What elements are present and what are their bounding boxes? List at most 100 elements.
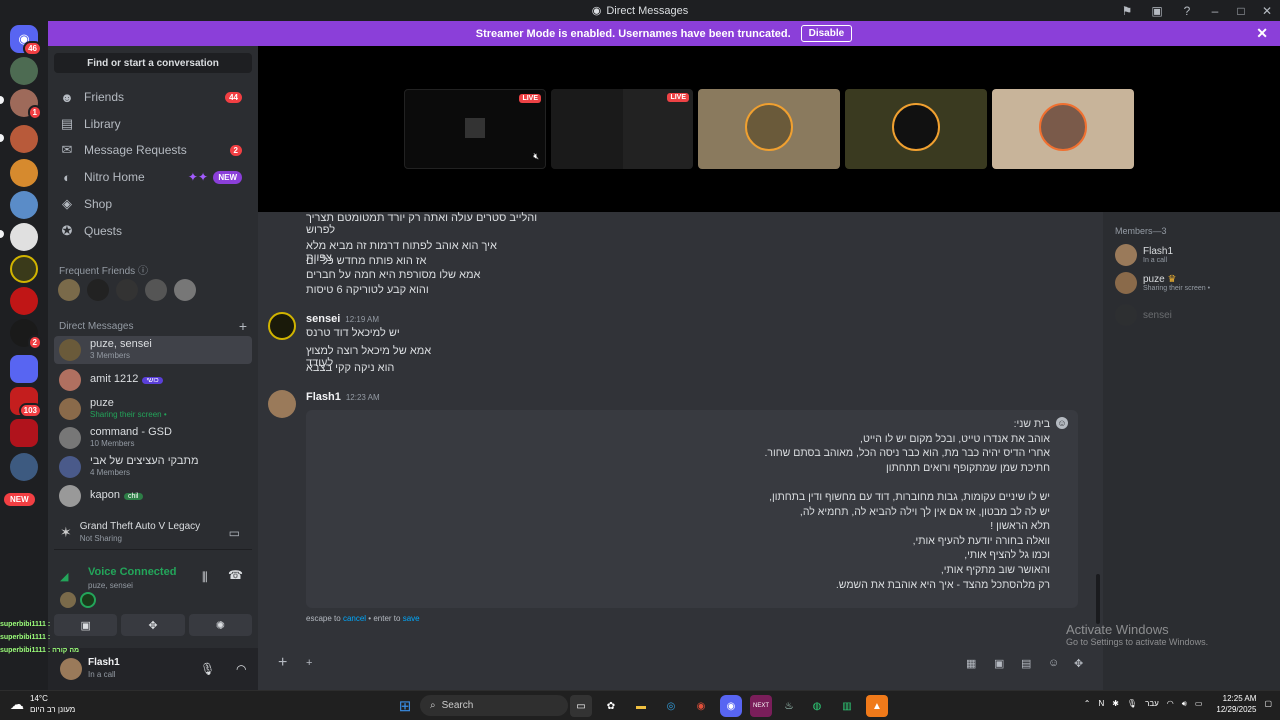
server-icon[interactable]: 2 bbox=[10, 319, 42, 350]
avatar[interactable] bbox=[87, 279, 109, 301]
dm-item[interactable]: command - GSD 10 Members bbox=[54, 424, 252, 452]
disconnect-icon[interactable]: ☎ bbox=[228, 568, 243, 582]
scrollbar[interactable] bbox=[1096, 574, 1100, 624]
nav-quests[interactable]: ✪ Quests bbox=[54, 219, 252, 243]
microphone-icon[interactable]: 🎙︎ bbox=[200, 662, 215, 676]
battery-icon[interactable]: ▭ bbox=[1195, 698, 1203, 710]
activity-button[interactable]: ✥ bbox=[121, 614, 185, 636]
save-link[interactable]: save bbox=[403, 614, 420, 623]
wifi-icon[interactable]: ◠ bbox=[1167, 698, 1174, 710]
emoji-icon[interactable]: ☺ bbox=[1056, 417, 1068, 429]
discord-taskbar-icon[interactable]: ◉ bbox=[720, 695, 742, 717]
server-icon[interactable] bbox=[10, 419, 38, 447]
home-button[interactable]: ◉ 46 bbox=[10, 25, 42, 56]
avatar[interactable] bbox=[268, 312, 296, 340]
avatar[interactable] bbox=[60, 592, 76, 608]
soundboard-button[interactable]: ✺ bbox=[188, 614, 252, 636]
soundboard-icon[interactable]: ⫼ bbox=[202, 570, 208, 585]
cancel-link[interactable]: cancel bbox=[343, 614, 366, 623]
message-edit-box[interactable]: ☺ בית שני: אוהב את אנדרו טייט, ובכל מקום… bbox=[306, 410, 1078, 608]
notification-icon[interactable]: ▢ bbox=[1264, 698, 1272, 710]
gift-icon[interactable]: ▦ bbox=[966, 657, 976, 670]
nav-message-requests[interactable]: ✉ Message Requests 2 bbox=[54, 138, 252, 162]
participant-tile[interactable] bbox=[698, 89, 840, 169]
message-composer[interactable]: + + ▦ ▣ ▤ ☺ ✥ bbox=[266, 648, 1096, 678]
dm-item[interactable]: amit 1212 כושי bbox=[54, 366, 252, 394]
member-item[interactable]: sensei bbox=[1115, 304, 1172, 326]
edit-text[interactable]: בית שני: אוהב את אנדרו טייט, ובכל מקום י… bbox=[764, 418, 1050, 593]
member-item[interactable]: puze ♛ Sharing their screen • bbox=[1115, 272, 1210, 294]
edge-icon[interactable]: ◎ bbox=[660, 695, 682, 717]
help-icon[interactable]: ? bbox=[1172, 0, 1202, 21]
task-view-icon[interactable]: ▭ bbox=[570, 695, 592, 717]
avatar[interactable] bbox=[116, 279, 138, 301]
nav-shop[interactable]: ◈ Shop bbox=[54, 192, 252, 216]
app-icon[interactable]: ▲ bbox=[866, 695, 888, 717]
participant-tile[interactable] bbox=[992, 89, 1134, 169]
avatar[interactable] bbox=[268, 390, 296, 418]
chrome-icon[interactable]: ◉ bbox=[690, 695, 712, 717]
participant-tile[interactable] bbox=[845, 89, 987, 169]
clock-date[interactable]: 12/29/2025 bbox=[1216, 704, 1256, 715]
start-button[interactable]: ⊞ bbox=[394, 695, 416, 717]
stream-tile[interactable]: LIVE 🔇︎ bbox=[404, 89, 546, 169]
avatar[interactable] bbox=[80, 592, 96, 608]
avatar[interactable] bbox=[60, 658, 82, 680]
server-icon[interactable]: 103 bbox=[10, 387, 42, 418]
server-icon[interactable] bbox=[10, 159, 38, 187]
server-icon[interactable]: 1 bbox=[10, 89, 42, 120]
app-icon[interactable]: ▥ bbox=[836, 695, 858, 717]
mic-tray-icon[interactable]: 🎙︎ bbox=[1127, 698, 1137, 710]
dm-item[interactable]: puze, sensei 3 Members bbox=[54, 336, 252, 364]
headphones-icon[interactable]: ◠ bbox=[236, 662, 246, 676]
message-author[interactable]: Flash1 12:23 AM bbox=[306, 391, 380, 403]
volume-icon[interactable]: 🔊︎ bbox=[1182, 698, 1187, 710]
bluetooth-icon[interactable]: ✱ bbox=[1112, 698, 1119, 710]
folder-icon[interactable] bbox=[10, 355, 38, 383]
minimize-button[interactable]: – bbox=[1202, 0, 1228, 21]
server-icon[interactable] bbox=[10, 287, 38, 315]
nav-library[interactable]: ▤ Library bbox=[54, 112, 252, 136]
app-icon[interactable]: ◍ bbox=[806, 695, 828, 717]
voice-channel[interactable]: puze, sensei bbox=[88, 581, 133, 590]
server-icon[interactable] bbox=[10, 223, 38, 251]
close-window-button[interactable]: ✕ bbox=[1254, 0, 1280, 21]
apps-icon[interactable]: ✥ bbox=[1074, 657, 1083, 670]
language-indicator[interactable]: עבר bbox=[1145, 698, 1159, 710]
message-author[interactable]: sensei 12:19 AM bbox=[306, 313, 379, 325]
server-icon[interactable] bbox=[10, 453, 38, 481]
onenote-icon[interactable]: N bbox=[1098, 698, 1104, 710]
disable-streamer-button[interactable]: Disable bbox=[800, 25, 853, 42]
dm-item[interactable]: מתבקי העציצים של אבי 4 Members bbox=[54, 453, 252, 481]
chevron-up-icon[interactable]: ⌃ bbox=[1084, 698, 1091, 710]
gif-icon[interactable]: ▣ bbox=[994, 657, 1004, 670]
file-explorer-icon[interactable]: ▬ bbox=[630, 695, 652, 717]
dm-item[interactable]: kapon chil bbox=[54, 482, 252, 510]
stream-tile[interactable]: LIVE bbox=[551, 89, 693, 169]
inbox-icon[interactable]: ⚑ bbox=[1112, 0, 1142, 21]
member-item[interactable]: Flash1 In a call bbox=[1115, 244, 1173, 266]
find-conversation-button[interactable]: Find or start a conversation bbox=[54, 53, 252, 73]
next-app-icon[interactable]: NEXT bbox=[750, 695, 772, 717]
copilot-icon[interactable]: ✿ bbox=[600, 695, 622, 717]
server-icon[interactable] bbox=[10, 57, 38, 85]
create-dm-plus-icon[interactable]: + bbox=[239, 318, 247, 334]
steam-icon[interactable]: ♨ bbox=[778, 695, 800, 717]
weather-widget[interactable]: ☁ 14°C מעונן רב היום bbox=[10, 693, 75, 715]
avatar[interactable] bbox=[58, 279, 80, 301]
clock-time[interactable]: 12:25 AM bbox=[1216, 693, 1257, 704]
dm-item[interactable]: puze Sharing their screen • bbox=[54, 395, 252, 423]
nav-friends[interactable]: ☻ Friends 44 bbox=[54, 85, 252, 109]
server-icon[interactable] bbox=[10, 125, 38, 153]
taskbar-search[interactable]: ⌕ Search bbox=[420, 695, 568, 716]
nav-nitro-home[interactable]: ◐ Nitro Home ✦✦ NEW bbox=[54, 165, 252, 189]
close-banner-icon[interactable]: ✕ bbox=[1256, 25, 1268, 42]
server-icon[interactable] bbox=[10, 191, 38, 219]
screen-icon[interactable]: ▣ bbox=[1142, 0, 1172, 21]
avatar[interactable] bbox=[145, 279, 167, 301]
avatar[interactable] bbox=[174, 279, 196, 301]
emoji-icon[interactable]: ☺ bbox=[1048, 657, 1059, 669]
sticker-icon[interactable]: ▤ bbox=[1021, 657, 1031, 670]
maximize-button[interactable]: □ bbox=[1228, 0, 1254, 21]
attach-plus-icon[interactable]: + bbox=[278, 654, 287, 672]
